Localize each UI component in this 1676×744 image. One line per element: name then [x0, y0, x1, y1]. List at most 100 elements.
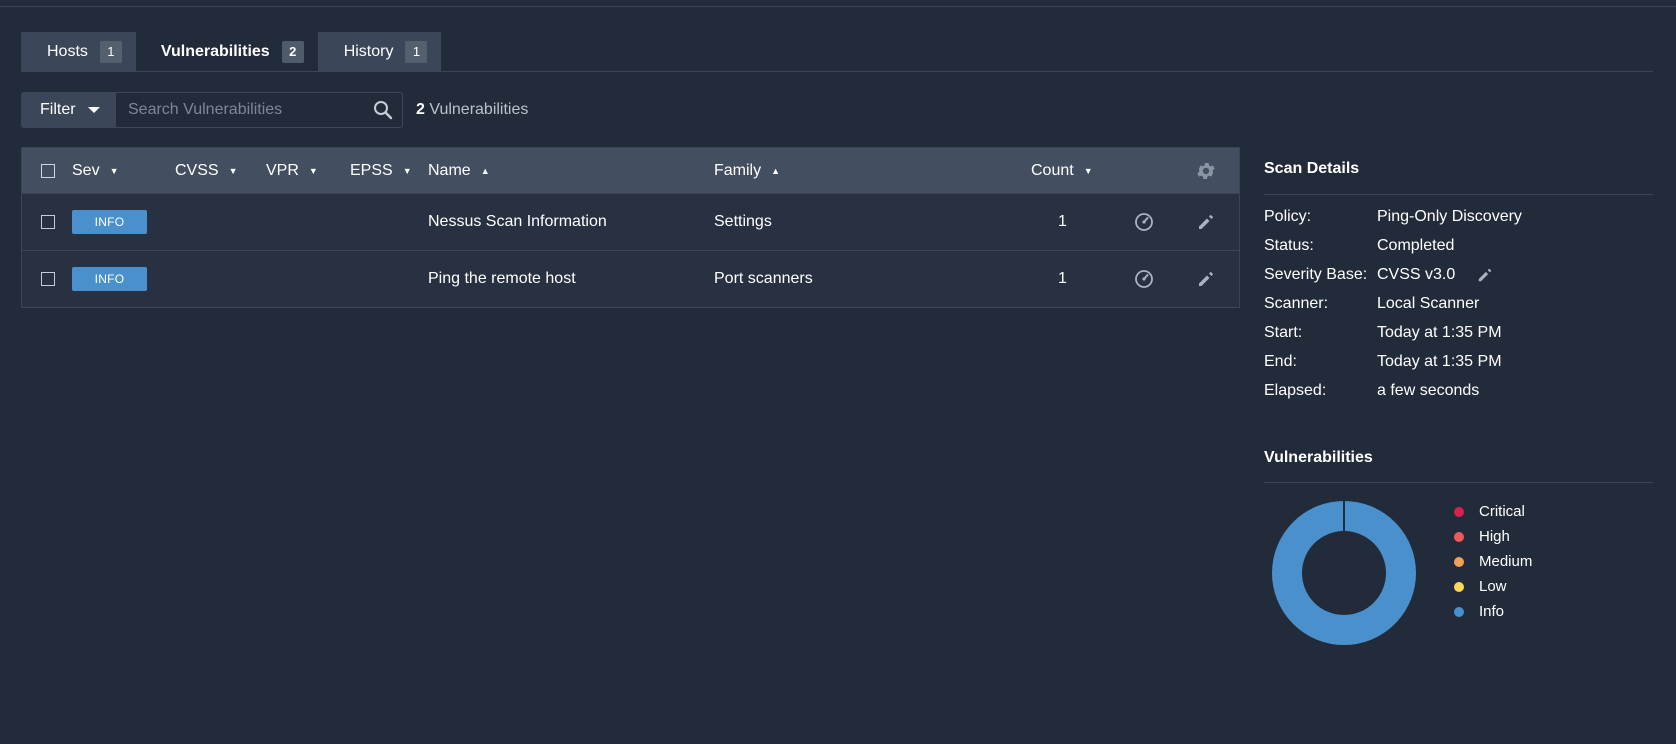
vulnerabilities-table: Sev ▼ CVSS ▼ VPR ▼ EPSS ▼ Name ▲ Family ▲ Coun… — [21, 147, 1240, 308]
detail-key: End: — [1264, 352, 1297, 370]
legend-label: Medium — [1479, 553, 1533, 570]
vulnerability-count-label: Vulnerabilities — [429, 101, 529, 118]
edit-pencil-icon[interactable] — [1197, 213, 1215, 231]
detail-value: Today at 1:35 PM — [1377, 352, 1502, 370]
filter-button[interactable]: Filter — [21, 92, 115, 128]
column-cvss[interactable]: CVSS ▼ — [175, 162, 238, 180]
severity-badge: INFO — [72, 210, 147, 234]
sort-down-icon: ▼ — [228, 165, 238, 176]
legend-info: Info — [1452, 599, 1532, 624]
tab-vulnerabilities-count: 2 — [281, 41, 304, 63]
sort-down-icon: ▼ — [402, 165, 412, 176]
search-input[interactable] — [116, 93, 368, 127]
filter-label: Filter — [40, 101, 76, 118]
tab-divider — [21, 71, 1653, 72]
tab-history[interactable]: History 1 — [317, 32, 442, 72]
detail-key: Policy: — [1264, 207, 1312, 225]
column-epss[interactable]: EPSS ▼ — [350, 162, 412, 180]
select-all-cell — [41, 163, 55, 178]
row-select-cell — [41, 215, 55, 229]
legend-dot-low — [1454, 581, 1464, 592]
detail-value: Today at 1:35 PM — [1377, 323, 1502, 341]
row-select-cell — [41, 272, 55, 286]
column-vpr-label: VPR — [266, 161, 299, 179]
sort-down-icon: ▼ — [109, 165, 119, 176]
table-row[interactable]: INFO Ping the remote host Port scanners … — [22, 250, 1239, 307]
detail-elapsed: Elapsed: a few seconds — [1264, 376, 1653, 405]
edit-pencil-icon[interactable] — [1477, 267, 1493, 283]
table-header: Sev ▼ CVSS ▼ VPR ▼ EPSS ▼ Name ▲ Family ▲ Coun… — [22, 148, 1239, 193]
table-row[interactable]: INFO Nessus Scan Information Settings 1 — [22, 193, 1239, 250]
detail-value: CVSS v3.0 — [1377, 265, 1456, 283]
column-vpr[interactable]: VPR ▼ — [266, 162, 318, 180]
severity-donut-chart — [1272, 501, 1416, 645]
vulnerability-name: Nessus Scan Information — [428, 213, 607, 230]
detail-key: Elapsed: — [1264, 381, 1327, 399]
gauge-icon[interactable] — [1134, 212, 1154, 232]
gear-icon[interactable] — [1195, 160, 1217, 182]
top-divider — [0, 6, 1676, 7]
sort-up-icon: ▲ — [480, 165, 490, 176]
vulnerability-name: Ping the remote host — [428, 270, 576, 287]
severity-cell: INFO — [72, 267, 147, 291]
row-checkbox[interactable] — [41, 215, 55, 229]
tab-vulnerabilities[interactable]: Vulnerabilities 2 — [135, 32, 318, 72]
vulnerability-family: Settings — [714, 213, 772, 230]
vulnerability-count: 1 — [1058, 213, 1067, 230]
caret-down-icon — [87, 107, 100, 113]
vulnerabilities-title: Vulnerabilities — [1264, 449, 1373, 466]
detail-scanner: Scanner: Local Scanner — [1264, 289, 1653, 318]
scan-details-title: Scan Details — [1264, 160, 1360, 177]
column-count-label: Count — [1031, 161, 1074, 179]
column-family[interactable]: Family ▲ — [714, 162, 780, 180]
tab-history-count: 1 — [405, 41, 428, 63]
legend-medium: Medium — [1452, 549, 1532, 574]
detail-value-wrap: CVSS v3.0 — [1377, 266, 1493, 284]
edit-pencil-icon[interactable] — [1197, 270, 1215, 288]
detail-start: Start: Today at 1:35 PM — [1264, 318, 1653, 347]
vulnerability-count: 2 Vulnerabilities — [416, 101, 528, 119]
legend-dot-critical — [1454, 506, 1464, 517]
vulnerability-count-number: 2 — [416, 101, 425, 118]
vulnerability-family: Port scanners — [714, 270, 813, 287]
tab-history-label: History — [343, 43, 394, 60]
vulnerabilities-divider — [1264, 482, 1653, 483]
column-name-label: Name — [428, 161, 471, 179]
severity-badge: INFO — [72, 267, 147, 291]
tab-hosts-label: Hosts — [47, 43, 88, 60]
sort-down-icon: ▼ — [1083, 165, 1093, 176]
legend-label: Info — [1479, 603, 1505, 620]
detail-end: End: Today at 1:35 PM — [1264, 347, 1653, 376]
column-sev[interactable]: Sev ▼ — [72, 162, 119, 180]
tab-bar: Hosts 1 Vulnerabilities 2 History 1 — [21, 32, 442, 72]
tab-hosts-count: 1 — [99, 41, 122, 63]
legend-dot-high — [1454, 531, 1464, 542]
column-sev-label: Sev — [72, 161, 100, 179]
tab-vulnerabilities-label: Vulnerabilities — [160, 43, 270, 60]
filter-bar: Filter 2 Vulnerabilities — [21, 92, 528, 128]
legend-dot-medium — [1454, 556, 1464, 567]
vulnerability-count: 1 — [1058, 270, 1067, 287]
scan-details-panel: Scan Details Policy: Ping-Only Discovery… — [1264, 160, 1653, 405]
detail-policy: Policy: Ping-Only Discovery — [1264, 202, 1653, 231]
legend-low: Low — [1452, 574, 1532, 599]
search-icon[interactable] — [368, 95, 398, 125]
column-count[interactable]: Count ▼ — [1031, 162, 1093, 180]
search-box — [115, 92, 403, 128]
detail-value: Local Scanner — [1377, 294, 1480, 312]
detail-value: Ping-Only Discovery — [1377, 207, 1522, 225]
tab-hosts[interactable]: Hosts 1 — [21, 32, 136, 72]
legend-label: Low — [1479, 578, 1507, 595]
column-family-label: Family — [714, 161, 762, 179]
select-all-checkbox[interactable] — [41, 163, 55, 178]
detail-key: Status: — [1264, 236, 1314, 254]
detail-value: Completed — [1377, 236, 1455, 254]
column-epss-label: EPSS — [350, 161, 393, 179]
gauge-icon[interactable] — [1134, 269, 1154, 289]
legend-high: High — [1452, 524, 1532, 549]
column-name[interactable]: Name ▲ — [428, 162, 490, 180]
sort-up-icon: ▲ — [771, 165, 781, 176]
vulnerabilities-panel: Vulnerabilities Critical High Medium Low… — [1264, 449, 1653, 645]
row-checkbox[interactable] — [41, 272, 55, 286]
severity-cell: INFO — [72, 210, 147, 234]
